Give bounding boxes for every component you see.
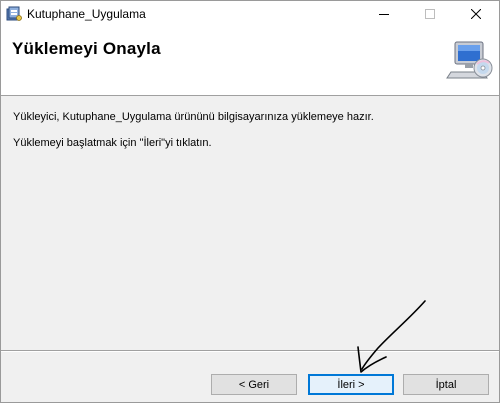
instruction-message: Yüklemeyi başlatmak için "İleri"yi tıkla… (13, 137, 212, 149)
minimize-icon (379, 13, 389, 15)
minimize-button[interactable] (361, 1, 407, 26)
window-title: Kutuphane_Uygulama (27, 7, 146, 21)
title-bar[interactable]: Kutuphane_Uygulama (1, 1, 499, 26)
cancel-button[interactable]: İptal (403, 374, 489, 395)
ready-message: Yükleyici, Kutuphane_Uygulama ürününü bi… (13, 111, 374, 123)
page-title: Yüklemeyi Onayla (12, 39, 161, 58)
back-button[interactable]: < Geri (211, 374, 297, 395)
close-icon (471, 8, 481, 19)
content-area: Yükleyici, Kutuphane_Uygulama ürününü bi… (1, 96, 499, 348)
maximize-button[interactable] (407, 1, 453, 26)
next-button[interactable]: İleri > (308, 374, 394, 395)
maximize-icon (425, 8, 435, 19)
header-banner: Yüklemeyi Onayla (1, 26, 499, 96)
installer-window: Kutuphane_Uygulama Yüklemeyi Onayla Yükl… (0, 0, 500, 403)
installer-icon (6, 6, 22, 21)
close-button[interactable] (453, 1, 499, 26)
computer-cd-icon (446, 41, 493, 79)
footer-separator (1, 350, 499, 352)
